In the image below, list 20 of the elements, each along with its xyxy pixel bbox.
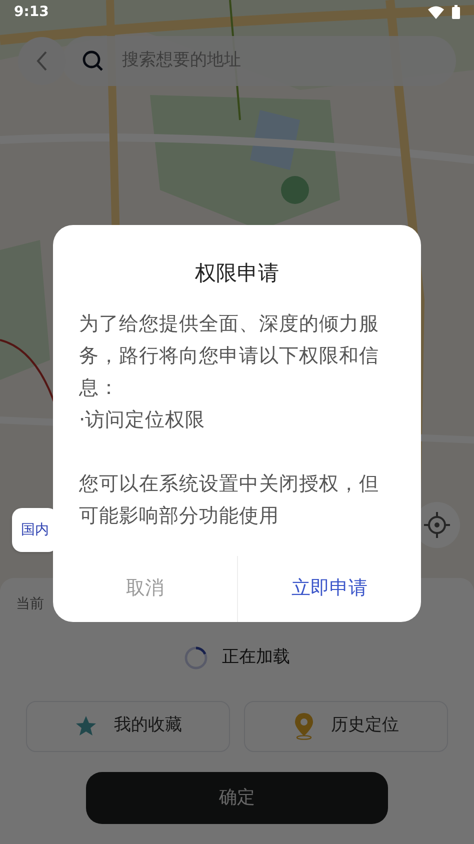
dialog-button[interactable]: 取消	[53, 556, 236, 622]
location-pin-icon	[293, 712, 315, 740]
crosshair-icon	[423, 511, 451, 539]
battery-icon	[452, 5, 460, 19]
dialog-title: 权限申请	[194, 260, 280, 287]
wifi-icon	[428, 6, 444, 18]
confirm-button[interactable]: 确定	[86, 772, 388, 824]
status-time: 9:13	[14, 2, 49, 22]
dialog-button[interactable]: 立即申请	[236, 556, 421, 622]
dialog-text: 您可以在系统设置中关闭授权，但可能影响部分功能使用	[79, 470, 380, 528]
sheet-label: 当前	[16, 595, 45, 614]
dialog-text: 为了给您提供全面、深度的倾力服务，路行将向您申请以下权限和信息：	[79, 310, 380, 400]
star-icon	[74, 714, 98, 738]
dialog-text: ·访问定位权限	[79, 406, 206, 432]
loading-text: 正在加载	[222, 646, 290, 669]
shortcut-button[interactable]: 历史定位	[244, 700, 448, 752]
back-icon	[36, 50, 48, 72]
search-icon	[82, 50, 104, 72]
loading-spinner-icon	[184, 646, 208, 670]
shortcut-button[interactable]: 我的收藏	[26, 700, 230, 752]
